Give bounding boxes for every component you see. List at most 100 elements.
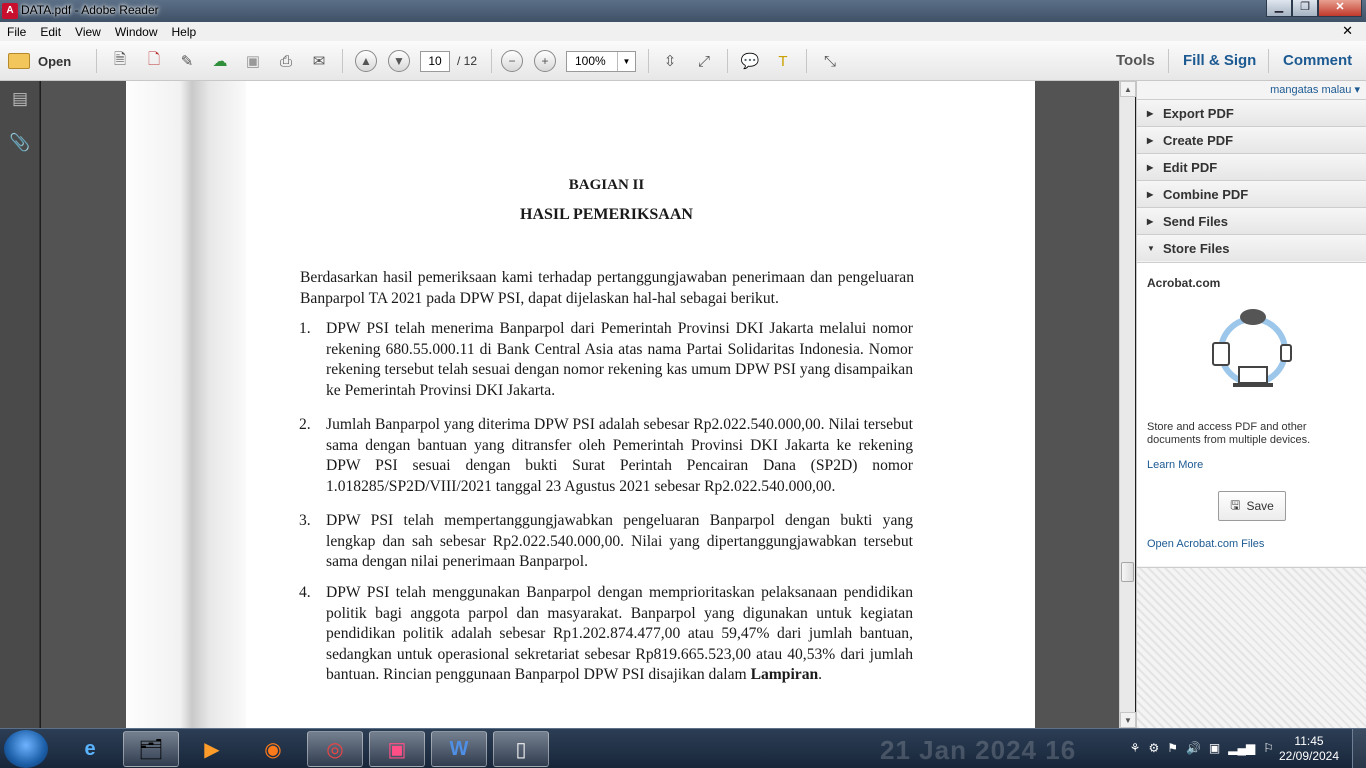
expand-fullscreen-icon[interactable]: ⤡ (819, 50, 841, 72)
menu-help[interactable]: Help (165, 25, 204, 39)
section-send-files[interactable]: ▶ Send Files (1137, 207, 1366, 234)
menu-file[interactable]: File (0, 25, 33, 39)
page-thumbnails-icon[interactable]: ▤ (9, 89, 31, 111)
system-tray: ⚘ ⚙ ⚑ 🔊 ▣ ▂▄▆ ⚐ (1130, 741, 1274, 755)
fill-sign-link[interactable]: Fill & Sign (1183, 52, 1256, 69)
folder-icon (8, 53, 30, 69)
tools-link[interactable]: Tools (1116, 52, 1155, 69)
title-bar: A DATA.pdf - Adobe Reader ▁ ❐ ✕ (0, 0, 1366, 22)
signal-bars-icon[interactable]: ▂▄▆ (1228, 741, 1255, 755)
fit-page-icon[interactable]: ⇳ (659, 50, 681, 72)
toolbar-separator (648, 49, 649, 73)
section-label: Edit PDF (1163, 159, 1218, 175)
save-disk-icon[interactable]: ▣ (242, 50, 264, 72)
highlight-text-icon[interactable]: T (772, 50, 794, 72)
arrow-up-icon: ▲ (355, 50, 377, 72)
print-icon[interactable]: ⎙ (275, 50, 297, 72)
chrome-icon[interactable]: ◎ (307, 731, 363, 767)
zoom-in-button[interactable]: + (534, 50, 556, 72)
section-label: Send Files (1163, 213, 1229, 229)
minus-icon: − (501, 50, 523, 72)
window-title: DATA.pdf - Adobe Reader (21, 3, 159, 17)
email-icon[interactable]: ✉ (308, 50, 330, 72)
scroll-thumb[interactable] (1121, 562, 1134, 582)
save-button[interactable]: 🖫 Save (1218, 491, 1286, 521)
document-icon[interactable]: ▯ (493, 731, 549, 767)
section-label: Export PDF (1163, 105, 1234, 121)
upload-cloud-icon[interactable]: ☁ (209, 50, 231, 72)
triangle-right-icon: ▶ (1147, 108, 1154, 118)
triangle-right-icon: ▶ (1147, 216, 1154, 226)
attachment-paperclip-icon[interactable]: 📎 (9, 133, 31, 155)
tray-icon-app[interactable]: ▣ (1209, 741, 1220, 755)
lampiran-bold: Lampiran (750, 666, 819, 684)
toolbar-separator (96, 49, 97, 73)
maximize-button[interactable]: ❐ (1292, 0, 1318, 17)
section-label: Create PDF (1163, 132, 1234, 148)
menu-view[interactable]: View (68, 25, 108, 39)
open-acrobat-files-link[interactable]: Open Acrobat.com Files (1147, 538, 1264, 550)
scroll-up-arrow-icon[interactable]: ▲ (1120, 81, 1136, 97)
page-number-input[interactable]: 10 (420, 51, 450, 72)
section-combine-pdf[interactable]: ▶ Combine PDF (1137, 180, 1366, 207)
tray-icon-devices[interactable]: ⚙ (1148, 741, 1159, 755)
cloud-devices-icon (1212, 309, 1292, 387)
menu-bar: File Edit View Window Help ✕ (0, 22, 1366, 41)
section-create-pdf[interactable]: ▶ Create PDF (1137, 126, 1366, 153)
zoom-out-button[interactable]: − (501, 50, 523, 72)
minimize-button[interactable]: ▁ (1266, 0, 1292, 17)
comment-bubble-icon[interactable]: 💬 (739, 50, 761, 72)
close-button[interactable]: ✕ (1318, 0, 1362, 17)
firefox-icon[interactable]: ◉ (245, 731, 301, 767)
vertical-scrollbar[interactable]: ▲ ▼ (1119, 81, 1136, 728)
tray-icon-network-share[interactable]: ⚘ (1130, 741, 1141, 755)
next-page-button[interactable]: ▼ (388, 50, 410, 72)
toolbar-separator (342, 49, 343, 73)
menu-edit[interactable]: Edit (33, 25, 68, 39)
acrobat-com-title: Acrobat.com (1147, 276, 1221, 290)
close-document-icon[interactable]: ✕ (1335, 23, 1360, 39)
edit-icon[interactable]: ✎ (176, 50, 198, 72)
save-disk-icon: 🖫 (1230, 497, 1241, 512)
scroll-down-arrow-icon[interactable]: ▼ (1120, 712, 1136, 728)
document-viewer[interactable]: BAGIAN II HASIL PEMERIKSAAN Berdasarkan … (41, 81, 1119, 728)
triangle-down-icon: ▼ (1147, 243, 1155, 253)
store-description: Store and access PDF and other documents… (1147, 421, 1311, 446)
open-button[interactable]: Open (8, 50, 71, 72)
start-button-windows-icon[interactable] (4, 730, 48, 768)
section-edit-pdf[interactable]: ▶ Edit PDF (1137, 153, 1366, 180)
triangle-right-icon: ▶ (1147, 135, 1154, 145)
chevron-down-icon: ▼ (617, 52, 635, 71)
window-controls: ▁ ❐ ✕ (1266, 0, 1362, 18)
taskbar-clock[interactable]: 11:45 22/09/2024 (1274, 734, 1344, 764)
clock-time: 11:45 (1294, 734, 1324, 748)
section-store-files[interactable]: ▼ Store Files (1137, 234, 1366, 261)
learn-more-link[interactable]: Learn More (1147, 459, 1203, 471)
section-export-pdf[interactable]: ▶ Export PDF (1137, 99, 1366, 126)
taskbar: 21 Jan 2024 16 e 🗂 ▶ ◉ ◎ ▣ W ▯ ⚘ ⚙ ⚑ 🔊 ▣… (0, 728, 1366, 768)
show-desktop-button[interactable] (1352, 729, 1366, 768)
pdf-convert-icon[interactable]: 🗋 (143, 50, 165, 72)
save-label: Save (1246, 499, 1274, 513)
create-pdf-icon[interactable]: 🗎 (109, 50, 131, 72)
clock-date: 22/09/2024 (1278, 749, 1340, 763)
previous-page-button[interactable]: ▲ (355, 50, 377, 72)
user-account-menu[interactable]: mangatas malau ▾ (1270, 83, 1360, 96)
zoom-select[interactable]: 100% ▼ (566, 51, 636, 72)
store-files-body: Acrobat.com Store and access PDF and oth… (1137, 262, 1366, 566)
flag-icon[interactable]: ⚐ (1263, 741, 1274, 755)
internet-explorer-icon[interactable]: e (62, 731, 118, 767)
user-name: mangatas malau (1270, 84, 1352, 96)
volume-icon[interactable]: 🔊 (1186, 741, 1201, 755)
menu-window[interactable]: Window (108, 25, 165, 39)
comment-link[interactable]: Comment (1283, 52, 1352, 69)
file-explorer-icon[interactable]: 🗂 (123, 731, 179, 767)
panel-empty-area (1137, 567, 1366, 728)
media-player-icon[interactable]: ▶ (184, 731, 240, 767)
fit-width-icon[interactable]: ⤢ (693, 50, 715, 72)
tray-icon-antivirus[interactable]: ⚑ (1167, 741, 1178, 755)
triangle-right-icon: ▶ (1147, 189, 1154, 199)
word-icon[interactable]: W (431, 731, 487, 767)
plus-icon: + (534, 50, 556, 72)
bell-app-icon[interactable]: ▣ (369, 731, 425, 767)
